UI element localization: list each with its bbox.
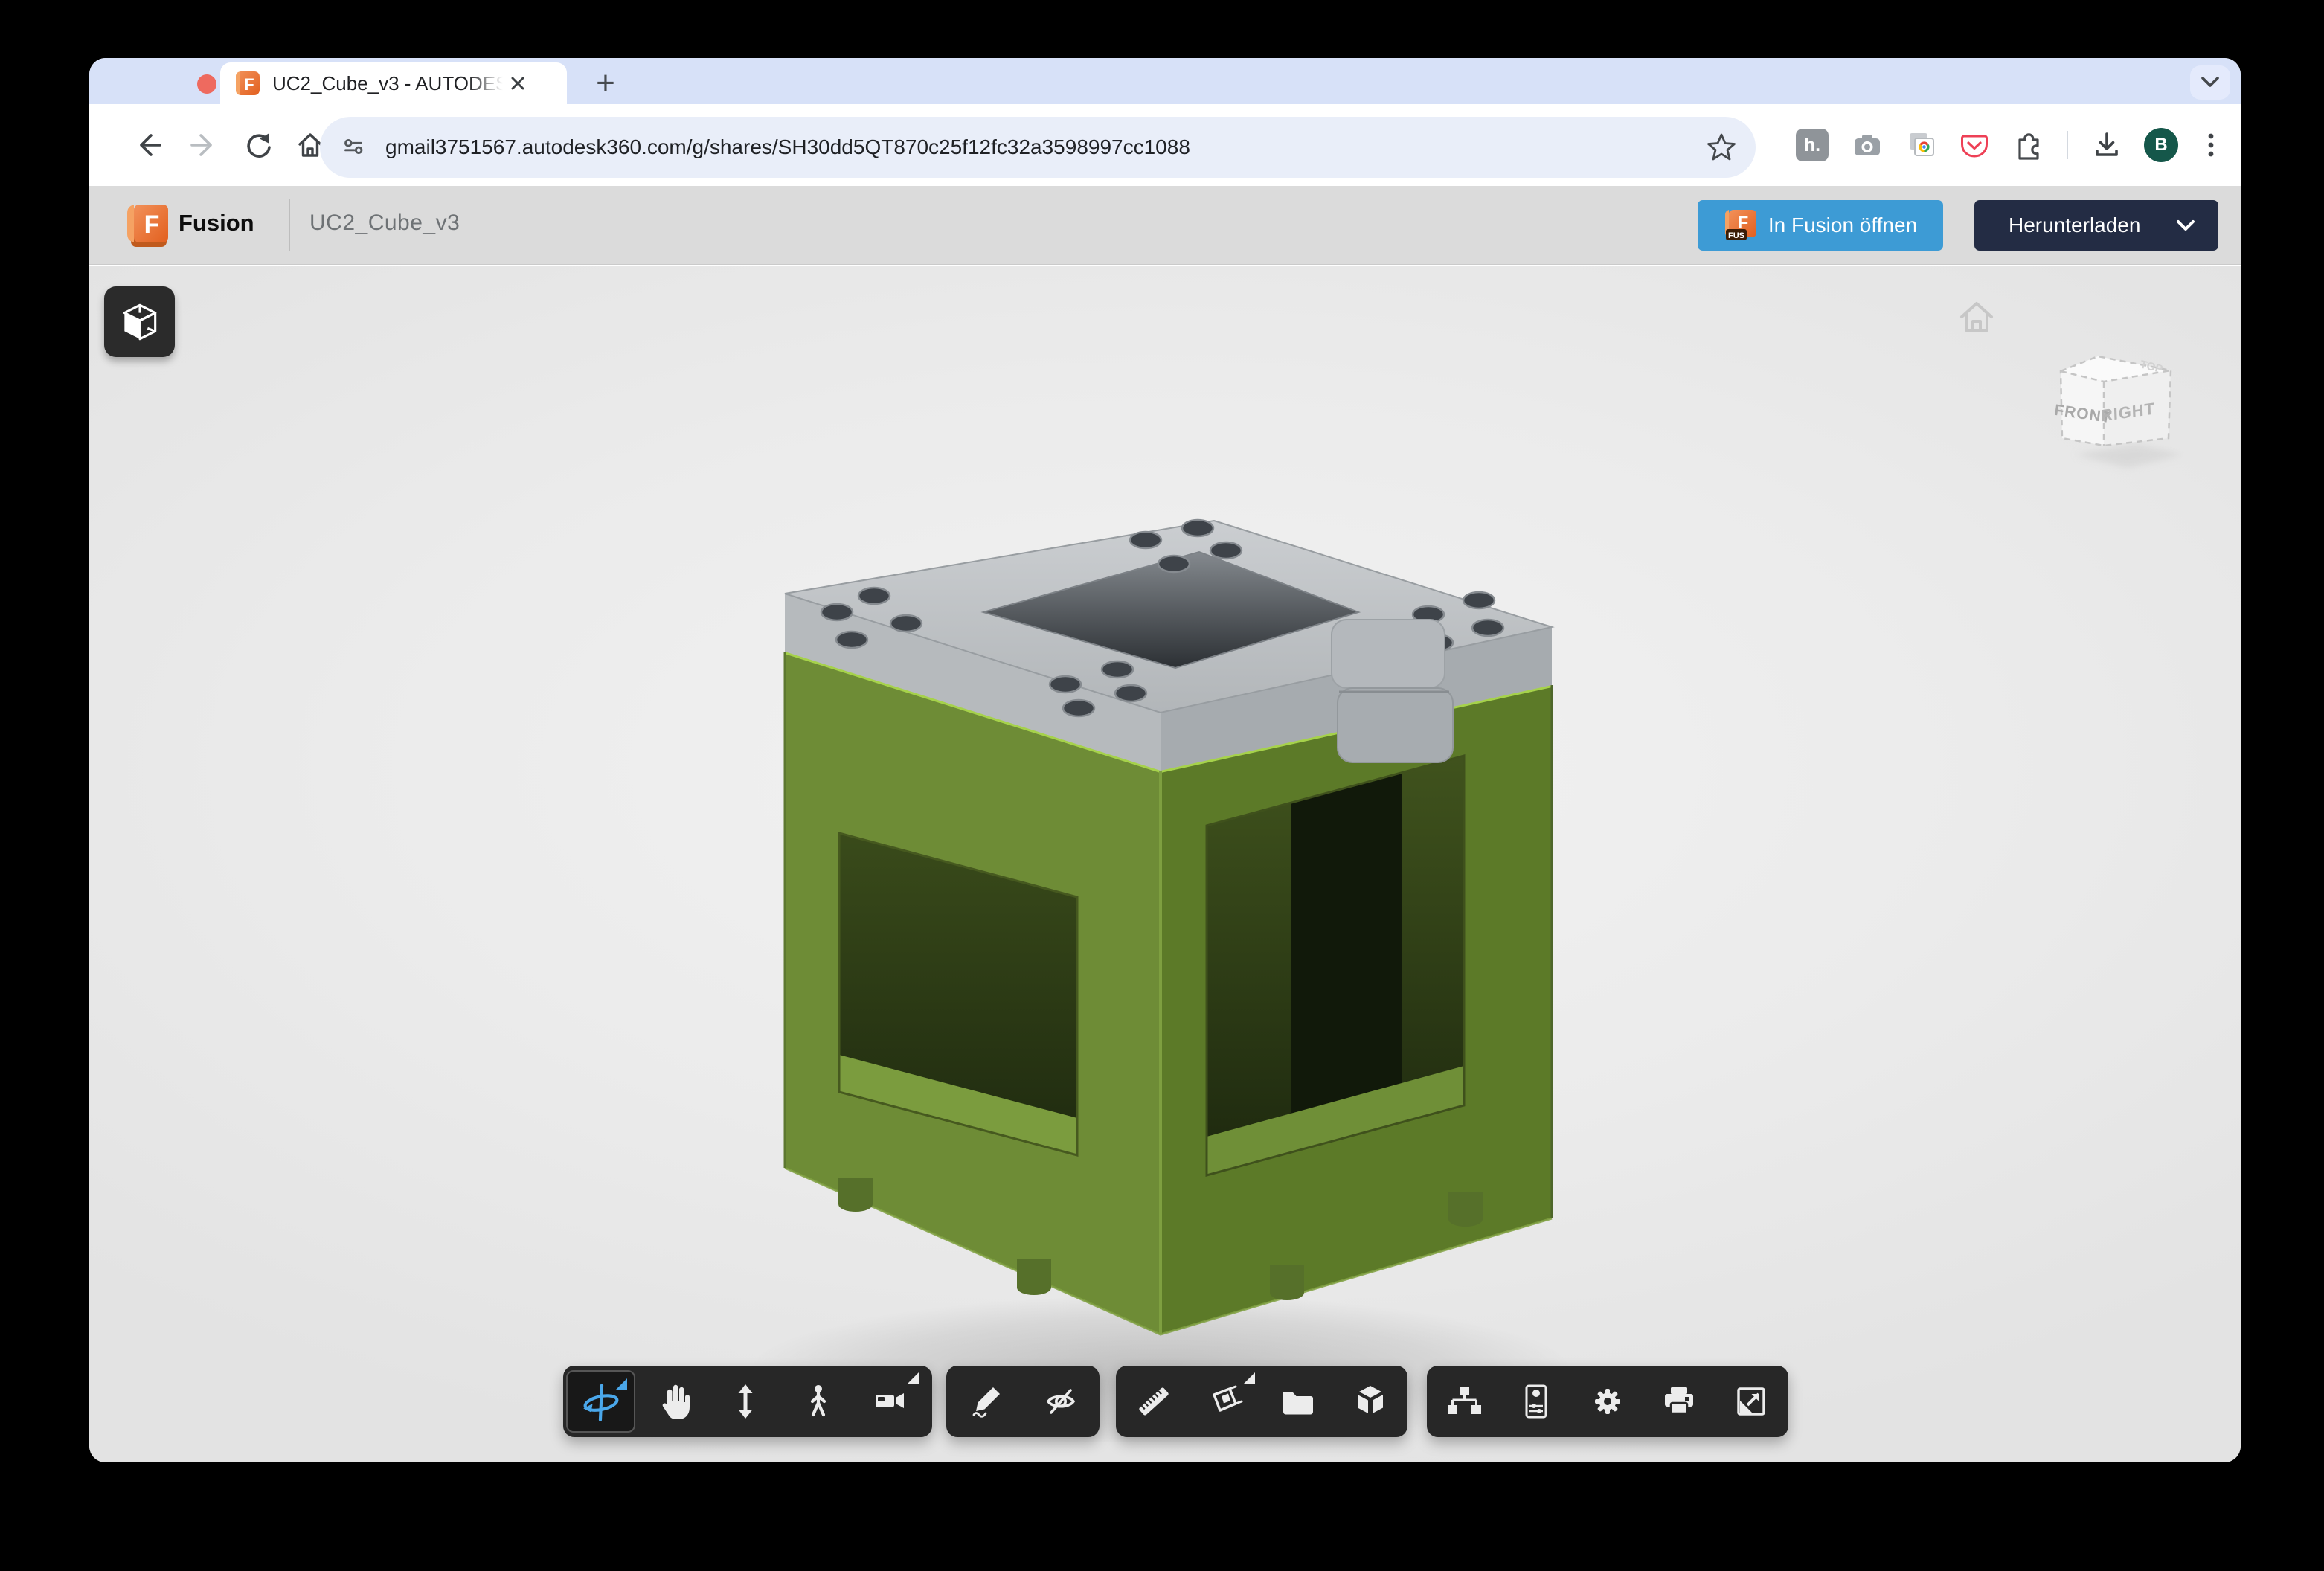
eye-slash-icon: [1040, 1381, 1082, 1422]
close-tab-icon[interactable]: [507, 73, 528, 94]
fusion-badge-icon: F FUS: [1724, 208, 1758, 242]
svg-text:F: F: [244, 75, 254, 94]
fullscreen-icon: [1730, 1381, 1772, 1422]
ruler-icon: [1133, 1381, 1175, 1422]
brand-name: Fusion: [179, 210, 254, 237]
measure-button[interactable]: [1117, 1366, 1190, 1437]
toolbar-group-settings: [1427, 1366, 1788, 1437]
svg-text:FUS: FUS: [1728, 231, 1744, 240]
tab-strip: F UC2_Cube_v3 - AUTODESK F +: [89, 58, 2241, 104]
chrome-windows-extension-icon[interactable]: [1904, 129, 1937, 161]
orbit-flyout-triangle: [616, 1378, 627, 1390]
hide-button[interactable]: [1023, 1366, 1098, 1437]
open-in-fusion-button[interactable]: F FUS In Fusion öffnen: [1698, 200, 1943, 251]
properties-button[interactable]: [1500, 1366, 1571, 1437]
hierarchy-tree-icon: [1443, 1381, 1485, 1422]
section-button[interactable]: [1190, 1366, 1262, 1437]
settings-button[interactable]: [1572, 1366, 1643, 1437]
browser-window: F UC2_Cube_v3 - AUTODESK F +: [89, 58, 2241, 1462]
toolbar-group-navigation: [563, 1366, 932, 1437]
zoom-button[interactable]: [709, 1366, 781, 1437]
reload-icon[interactable]: [240, 129, 273, 161]
components-box-icon: [1349, 1381, 1391, 1422]
chevron-down-icon: [2175, 218, 2196, 233]
gear-icon: [1587, 1381, 1628, 1422]
download-button[interactable]: Herunterladen: [1974, 200, 2218, 251]
toolbar-group-inspect: [1116, 1366, 1407, 1437]
print-button[interactable]: [1643, 1366, 1715, 1437]
extensions-puzzle-icon[interactable]: [2012, 129, 2044, 161]
pan-button[interactable]: [637, 1366, 709, 1437]
fusion-header: F Fusion UC2_Cube_v3 F FUS In Fusion öff…: [89, 186, 2241, 265]
forward-icon[interactable]: [187, 129, 219, 161]
pan-hand-icon: [652, 1381, 694, 1422]
markup-button[interactable]: [948, 1366, 1023, 1437]
browser-tab[interactable]: F UC2_Cube_v3 - AUTODESK F: [220, 62, 567, 104]
open-in-fusion-label: In Fusion öffnen: [1768, 213, 1917, 237]
document-title: UC2_Cube_v3: [309, 211, 460, 236]
viewcube[interactable]: TOP FRONT RIGHT: [2038, 343, 2202, 484]
download-label: Herunterladen: [2009, 213, 2140, 237]
model-browser-button[interactable]: [1428, 1366, 1500, 1437]
printer-icon: [1658, 1381, 1700, 1422]
new-tab-button[interactable]: +: [586, 64, 625, 103]
walk-person-icon: [797, 1381, 838, 1422]
video-camera-icon: [869, 1381, 911, 1422]
camera-button[interactable]: [853, 1366, 925, 1437]
tab-search-button[interactable]: [2190, 65, 2230, 100]
back-icon[interactable]: [132, 129, 165, 161]
cube-icon: [117, 299, 163, 345]
viewcube-shadow: [2076, 444, 2183, 468]
bookmark-star-icon[interactable]: [1705, 131, 1738, 164]
site-settings-icon[interactable]: [338, 132, 369, 163]
folder-icon: [1277, 1381, 1319, 1422]
fullscreen-button[interactable]: [1715, 1366, 1787, 1437]
folder-button[interactable]: [1262, 1366, 1334, 1437]
close-window-button[interactable]: [197, 74, 216, 94]
chevron-down-icon: [2199, 75, 2221, 90]
address-bar[interactable]: gmail3751567.autodesk360.com/g/shares/SH…: [320, 117, 1756, 178]
downloads-icon[interactable]: [2090, 129, 2123, 161]
camera-flyout-triangle: [908, 1372, 919, 1384]
svg-text:F: F: [144, 211, 160, 239]
browser-menu-icon[interactable]: [2195, 129, 2227, 161]
fusion-favicon-icon: F: [235, 71, 260, 96]
viewcube-home-icon[interactable]: [1957, 298, 1997, 337]
section-flyout-triangle: [1244, 1372, 1255, 1384]
toolbar-divider: [2067, 131, 2068, 159]
tab-title: UC2_Cube_v3 - AUTODESK F: [272, 72, 503, 95]
properties-panel-icon: [1515, 1381, 1557, 1422]
plate-latch: [1332, 620, 1453, 762]
section-analysis-icon: [1205, 1381, 1247, 1422]
url-text[interactable]: gmail3751567.autodesk360.com/g/shares/SH…: [385, 135, 1705, 159]
header-divider: [289, 199, 290, 251]
fusion-logo-icon: F: [122, 201, 171, 250]
browser-toolbar: gmail3751567.autodesk360.com/g/shares/SH…: [89, 104, 2241, 186]
model-3d-cube[interactable]: [744, 475, 1637, 1442]
pencil-markup-icon: [965, 1381, 1007, 1422]
components-button[interactable]: [1334, 1366, 1406, 1437]
zoom-arrows-icon: [725, 1381, 766, 1422]
viewer-canvas[interactable]: TOP FRONT RIGHT: [89, 266, 2241, 1462]
extension-h-icon[interactable]: h.: [1796, 129, 1829, 161]
model-browser-toggle-button[interactable]: [104, 286, 175, 357]
orbit-button[interactable]: [566, 1370, 635, 1433]
profile-avatar[interactable]: B: [2144, 128, 2178, 162]
pocket-extension-icon[interactable]: [1958, 129, 1991, 161]
toolbar-group-markup: [946, 1366, 1100, 1437]
screenshot-camera-icon[interactable]: [1851, 129, 1884, 161]
walk-button[interactable]: [781, 1366, 853, 1437]
